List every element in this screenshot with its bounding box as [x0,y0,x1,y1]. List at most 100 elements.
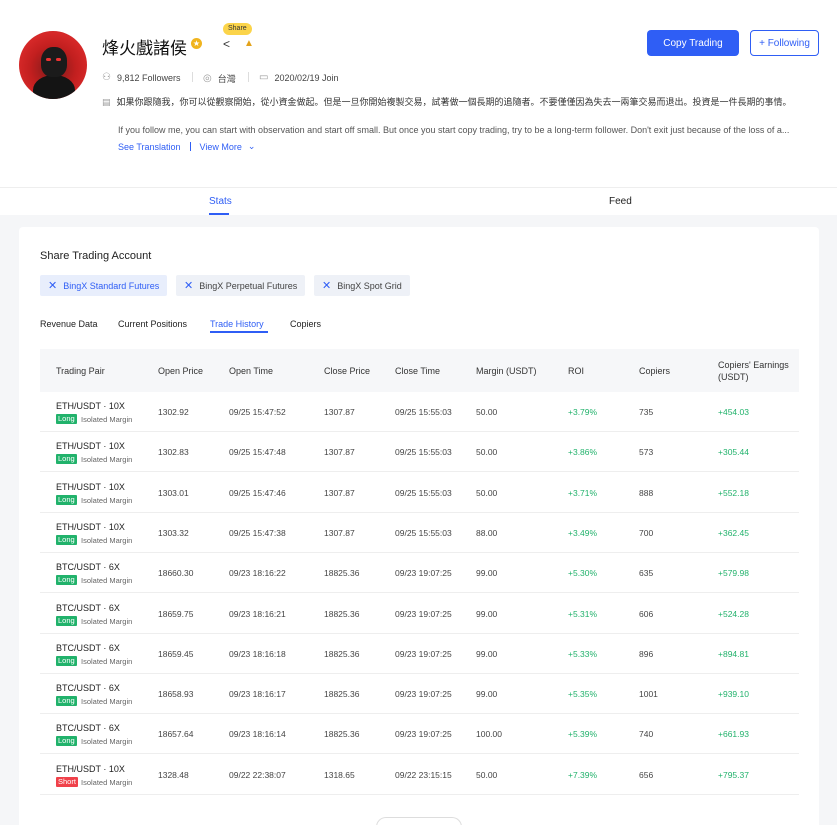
cell-close-time: 09/25 15:55:03 [395,447,452,458]
share-tooltip: Share [223,23,252,35]
cell-close-time: 09/25 15:55:03 [395,527,452,538]
tab-stats-underline [209,213,229,215]
cell-open-time: 09/23 18:16:22 [229,568,286,579]
side-badge: Long [56,454,77,465]
cell-open-price: 18660.30 [158,568,194,579]
trader-name: 烽火戲諸侯 [102,39,187,58]
tab-feed[interactable]: Feed [609,196,632,207]
col-open-price: Open Price [158,366,204,376]
see-translation-link[interactable]: See Translation [118,142,181,152]
cell-earnings: +552.18 [718,487,749,498]
cell-roi: +3.79% [568,407,598,417]
plus-icon: + [759,37,768,49]
side-badge: Long [56,494,77,505]
margin-type: Isolated Margin [81,656,133,666]
side-badge: Long [56,696,77,707]
cell-open-price: 1302.92 [158,407,189,417]
cell-open-time: 09/25 15:47:38 [229,527,286,538]
cell-roi: +3.71% [568,487,598,498]
margin-type: Isolated Margin [81,777,133,787]
margin-type: Isolated Margin [81,535,133,545]
cell-earnings: +894.81 [718,648,749,659]
following-button[interactable]: + Following [750,30,819,56]
cell-open-time: 09/25 15:47:46 [229,487,286,498]
cell-open-time: 09/23 18:16:14 [229,729,286,740]
warning-icon[interactable]: ▲ [244,38,254,49]
view-more-link[interactable]: View More [200,142,242,152]
share-icon[interactable]: < [223,37,230,51]
side-badge: Long [56,575,77,586]
trading-pair: ETH/USDT · 10X [56,401,125,411]
cell-close-price: 18825.36 [324,729,360,740]
cell-close-price: 18825.36 [324,689,360,700]
cell-earnings: +579.98 [718,568,749,579]
table-row: ETH/USDT · 10X Short Isolated Margin 1328.4… [40,755,799,795]
join-date: ▭ 2020/02/19 Join [259,72,339,83]
cell-roi: +5.33% [568,648,598,659]
table-row: BTC/USDT · 6X Long Isolated Margin 18657.64… [40,714,799,755]
trading-pair: BTC/USDT · 6X [56,723,120,734]
account-standard-futures[interactable]: ✕ BingX Standard Futures [40,275,168,296]
subtab-copiers[interactable]: Copiers [290,319,321,329]
cell-close-time: 09/23 19:07:25 [395,689,452,700]
cell-earnings: +661.93 [718,729,749,740]
cell-open-time: 09/23 18:16:21 [229,608,286,619]
cell-copiers: 635 [639,568,654,579]
table-row: ETH/USDT · 10X Long Isolated Margin 1303.01… [40,473,799,513]
trading-pair: ETH/USDT · 10X [56,481,125,492]
account-perpetual-futures[interactable]: ✕ BingX Perpetual Futures [176,275,306,296]
chevron-down-icon[interactable]: ⌄ [248,141,256,152]
subtab-underline [210,331,268,333]
table-row: ETH/USDT · 10X Long Isolated Margin 1303.32… [40,513,799,553]
account-spot-grid[interactable]: ✕ BingX Spot Grid [314,275,410,296]
cell-close-price: 1318.65 [324,769,355,780]
table-row: BTC/USDT · 6X Long Isolated Margin 18660.30… [40,553,799,594]
col-close-time: Close Time [395,366,441,376]
cell-margin: 99.00 [476,689,498,700]
cell-close-time: 09/22 23:15:15 [395,769,452,780]
medal-icon: ★ [191,38,202,49]
cell-margin: 50.00 [476,769,498,780]
cell-open-time: 09/25 15:47:48 [229,447,286,458]
trading-pair: BTC/USDT · 6X [56,602,120,613]
cell-open-price: 1303.01 [158,487,189,498]
subtab-revenue-data[interactable]: Revenue Data [40,319,98,329]
location: ◎ 台灣 [203,72,236,85]
trading-account-card: Share Trading Account ✕ BingX Standard Fu… [19,227,819,825]
cell-copiers: 700 [639,527,654,538]
col-margin: Margin (USDT) [476,366,537,376]
margin-type: Isolated Margin [81,455,133,465]
bio-zh-text: 如果你跟隨我，你可以從觀察開始，從小資金做起。但是一旦你開始複製交易，試著做一個… [116,97,792,107]
cell-open-price: 1303.32 [158,527,189,538]
cell-margin: 99.00 [476,568,498,579]
cell-close-time: 09/25 15:55:03 [395,487,452,498]
trading-pair: BTC/USDT · 6X [56,562,120,573]
pagination[interactable] [376,817,462,825]
subtab-trade-history[interactable]: Trade History [210,319,264,329]
margin-type: Isolated Margin [81,495,133,505]
subtab-current-positions[interactable]: Current Positions [118,319,187,329]
bio-chinese: ▤ 如果你跟隨我，你可以從觀察開始，從小資金做起。但是一旦你開始複製交易，試著做一… [102,95,792,108]
col-roi: ROI [568,366,585,376]
col-trading-pair: Trading Pair [56,366,105,376]
profile-header: 烽火戲諸侯 ★ Share < ▲ Copy Trading + Followi… [0,0,837,187]
trading-pair: BTC/USDT · 6X [56,642,120,653]
user-icon: ⚇ [102,72,111,83]
cell-earnings: +305.44 [718,447,749,458]
avatar [19,31,87,99]
cell-copiers: 606 [639,608,654,619]
tab-stats[interactable]: Stats [209,196,232,207]
bingx-logo-icon: ✕ [48,280,58,292]
col-copiers-earnings: Copiers' Earnings (USDT) [718,359,789,383]
location-text: 台灣 [217,74,236,84]
account-label: BingX Standard Futures [63,280,160,291]
cell-roi: +7.39% [568,769,598,780]
cell-copiers: 1001 [639,689,658,700]
cell-close-price: 18825.36 [324,568,360,579]
side-badge: Long [56,534,77,545]
account-label: BingX Perpetual Futures [199,280,298,291]
copy-trading-button[interactable]: Copy Trading [647,30,739,56]
table-row: ETH/USDT · 10X Long Isolated Margin 1302.92… [40,392,799,432]
cell-open-price: 18658.93 [158,689,194,700]
trading-pair: ETH/USDT · 10X [56,763,125,774]
